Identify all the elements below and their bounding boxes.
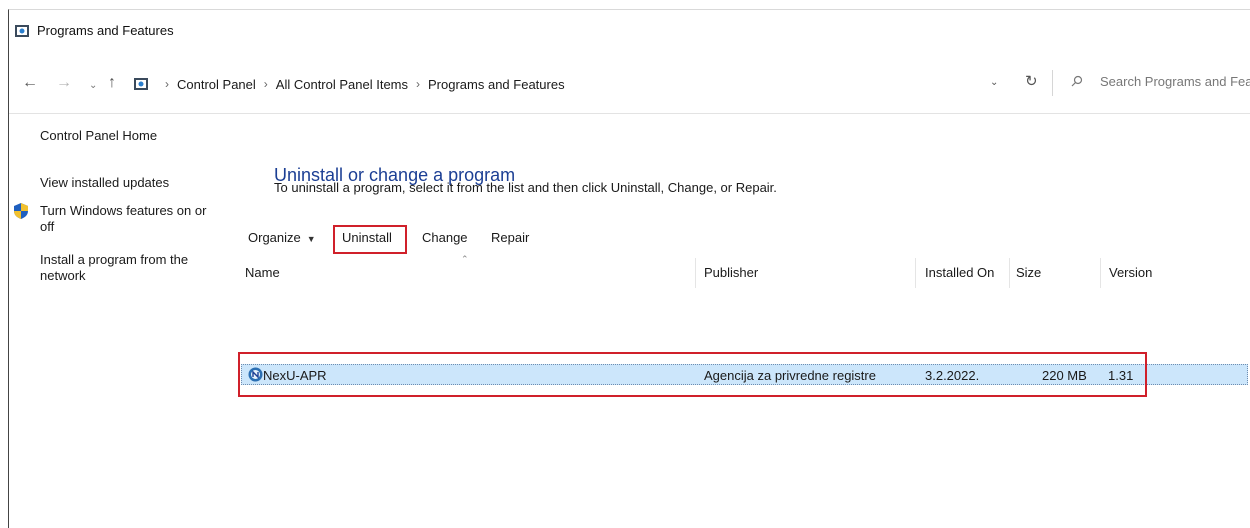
sidebar-link-label: off bbox=[40, 219, 55, 234]
forward-arrow-icon[interactable]: → bbox=[56, 75, 72, 91]
programs-and-features-window: Programs and Features ← → ⌄ ↑ › Control … bbox=[8, 9, 1250, 528]
breadcrumb-all-items[interactable]: All Control Panel Items bbox=[276, 77, 408, 92]
address-bar: ← → ⌄ ↑ › Control Panel › All Control Pa… bbox=[9, 53, 1250, 114]
column-divider[interactable] bbox=[695, 258, 696, 288]
title-bar: Programs and Features bbox=[9, 10, 1250, 52]
sidebar-link-windows-features[interactable]: Turn Windows features on or off bbox=[14, 203, 207, 235]
breadcrumb-separator-icon[interactable]: › bbox=[165, 77, 169, 91]
column-divider[interactable] bbox=[1009, 258, 1010, 288]
search-placeholder: Search Programs and Fea bbox=[1100, 74, 1250, 89]
column-header-installed-on[interactable]: Installed On bbox=[925, 265, 994, 280]
refresh-icon[interactable]: ↻ bbox=[1025, 72, 1038, 90]
sidebar-link-label: Turn Windows features on or bbox=[40, 203, 207, 218]
column-header-size[interactable]: Size bbox=[1016, 265, 1041, 280]
breadcrumb-separator-icon[interactable]: › bbox=[264, 77, 268, 91]
up-arrow-icon[interactable]: ↑ bbox=[108, 75, 116, 91]
breadcrumb-separator-icon[interactable]: › bbox=[416, 77, 420, 91]
breadcrumb[interactable]: › Control Panel › All Control Panel Item… bbox=[133, 74, 565, 94]
sidebar-link-label: Install a program from the bbox=[40, 252, 189, 267]
window-title: Programs and Features bbox=[37, 23, 174, 38]
change-button[interactable]: Change bbox=[422, 230, 468, 245]
breadcrumb-control-panel[interactable]: Control Panel bbox=[177, 77, 256, 92]
highlight-row-annotation bbox=[238, 352, 1147, 397]
search-input[interactable]: Search Programs and Fea bbox=[1065, 69, 1250, 97]
page-description: To uninstall a program, select it from t… bbox=[274, 180, 777, 195]
organize-menu-button[interactable]: Organize ▼ bbox=[248, 230, 316, 245]
address-dropdown-chevron-icon[interactable]: ⌄ bbox=[990, 77, 998, 88]
control-panel-icon bbox=[134, 78, 148, 90]
sidebar-link-view-installed-updates[interactable]: View installed updates bbox=[40, 175, 169, 191]
shield-icon bbox=[14, 203, 28, 219]
recent-locations-chevron-icon[interactable]: ⌄ bbox=[89, 78, 97, 94]
highlight-uninstall-annotation bbox=[333, 225, 407, 254]
column-header-version[interactable]: Version bbox=[1109, 265, 1152, 280]
back-arrow-icon[interactable]: ← bbox=[22, 75, 38, 91]
sidebar-link-control-panel-home[interactable]: Control Panel Home bbox=[40, 128, 157, 144]
search-icon bbox=[1071, 75, 1083, 87]
column-divider[interactable] bbox=[915, 258, 916, 288]
chevron-down-icon: ▼ bbox=[306, 234, 316, 244]
sort-ascending-icon: ⌃ bbox=[461, 254, 469, 264]
column-header-name[interactable]: Name bbox=[245, 265, 280, 280]
control-panel-icon bbox=[15, 25, 29, 37]
column-divider[interactable] bbox=[1100, 258, 1101, 288]
sidebar-link-label: network bbox=[40, 268, 86, 283]
column-header-publisher[interactable]: Publisher bbox=[704, 265, 758, 280]
breadcrumb-programs-features[interactable]: Programs and Features bbox=[428, 77, 565, 92]
sidebar-link-install-from-network[interactable]: Install a program from the network bbox=[40, 252, 188, 284]
organize-label: Organize bbox=[248, 230, 301, 245]
repair-button[interactable]: Repair bbox=[491, 230, 529, 245]
divider bbox=[1052, 70, 1053, 96]
